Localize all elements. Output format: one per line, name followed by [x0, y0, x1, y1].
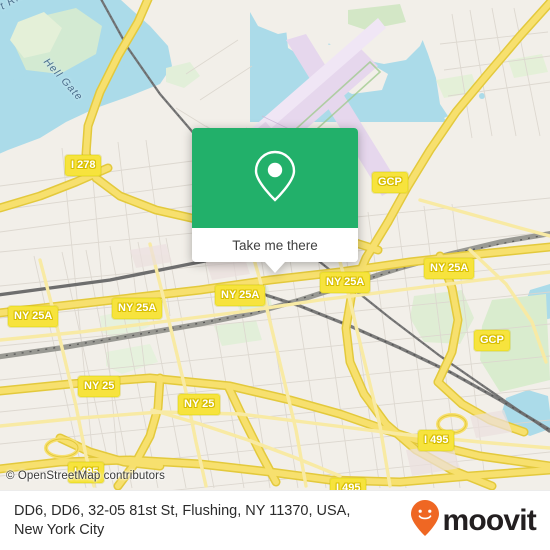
road-shield[interactable]: NY 25A	[215, 285, 266, 306]
moovit-wordmark: moovit	[442, 503, 536, 537]
address-line-1: DD6, DD6, 32-05 81st St, Flushing, NY 11…	[14, 502, 351, 519]
take-me-there-button[interactable]: Take me there	[192, 228, 358, 262]
road-shield[interactable]: GCP	[372, 172, 408, 193]
address-line-2: New York City	[14, 521, 105, 538]
moovit-pin-smiley-icon	[410, 499, 440, 542]
road-shield[interactable]: NY 25A	[320, 272, 371, 293]
location-popup-card[interactable]: Take me there	[192, 128, 358, 273]
osm-attribution[interactable]: © OpenStreetMap contributors	[6, 470, 165, 482]
popup-card-body: Take me there	[192, 128, 358, 262]
popup-pointer	[265, 262, 285, 273]
popup-card-header	[192, 128, 358, 228]
footer-bar: DD6, DD6, 32-05 81st St, Flushing, NY 11…	[0, 490, 550, 550]
road-shield[interactable]: I 495	[418, 430, 455, 451]
road-shield[interactable]: NY 25A	[424, 258, 475, 279]
moovit-logo[interactable]: moovit	[410, 499, 550, 542]
map-screen: t River Hell Gate I 278 GCP NY 25A NY 25…	[0, 0, 550, 550]
take-me-there-label: Take me there	[232, 237, 318, 253]
road-shield[interactable]: NY 25A	[112, 298, 163, 319]
road-shield[interactable]: NY 25A	[8, 306, 59, 327]
map-pin-icon	[253, 149, 297, 208]
address-block: DD6, DD6, 32-05 81st St, Flushing, NY 11…	[0, 502, 410, 540]
road-shield[interactable]: NY 25	[78, 376, 121, 397]
road-shield[interactable]: I 495	[330, 478, 367, 490]
road-shield[interactable]: I 278	[65, 155, 102, 176]
road-shield[interactable]: GCP	[474, 330, 510, 351]
road-shield[interactable]: NY 25	[178, 394, 221, 415]
